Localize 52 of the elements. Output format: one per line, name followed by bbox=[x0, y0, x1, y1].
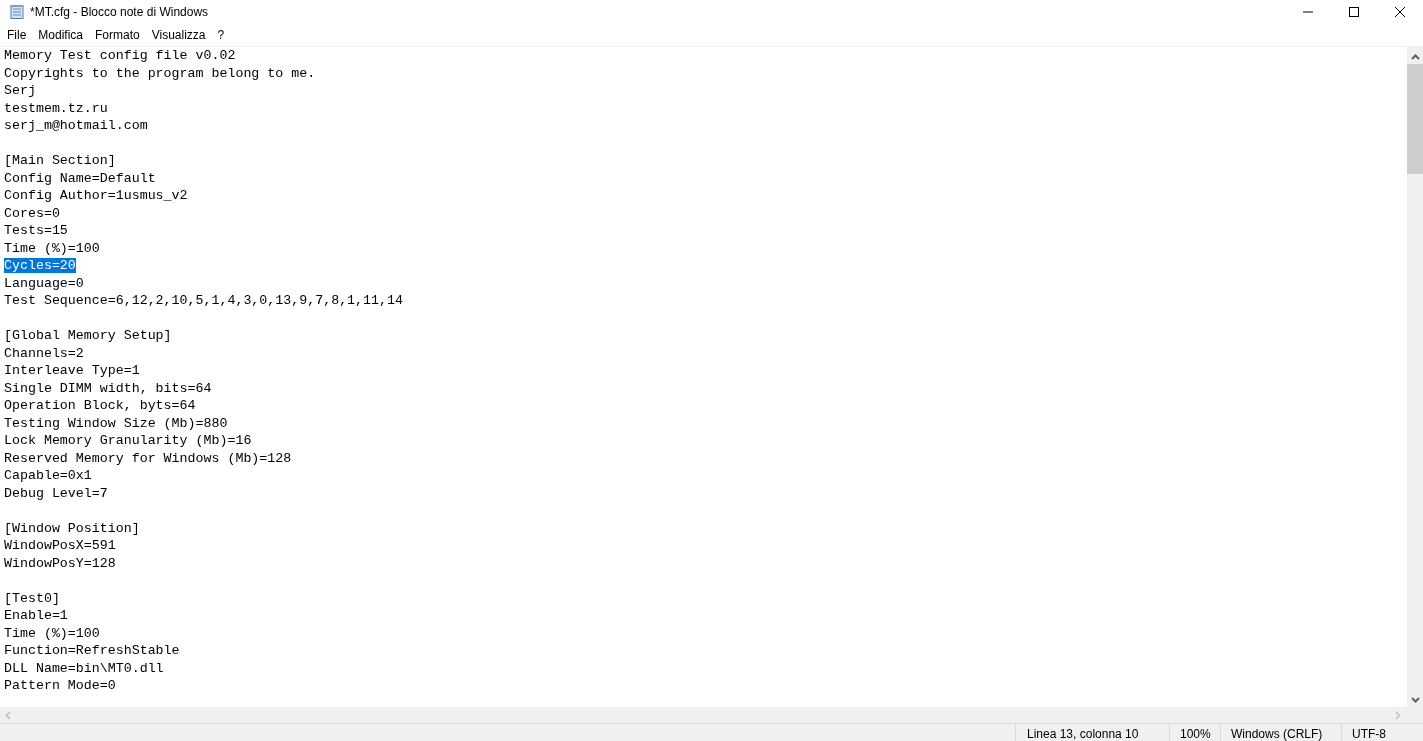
text-line: [Test0] bbox=[4, 590, 60, 606]
text-line: Channels=2 bbox=[4, 345, 84, 361]
text-line: testmem.tz.ru bbox=[4, 100, 108, 116]
text-line: Interleave Type=1 bbox=[4, 363, 140, 378]
text-line: Lock Memory Granularity (Mb)=16 bbox=[4, 433, 252, 448]
status-field: UTF-8 bbox=[1341, 724, 1423, 741]
status-field: Linea 13, colonna 10 bbox=[1015, 724, 1169, 741]
menu-item[interactable]: Visualizza bbox=[145, 28, 212, 42]
text-line: Capable=0x1 bbox=[4, 468, 92, 483]
menu-item[interactable]: Modifica bbox=[32, 28, 90, 42]
menu-item[interactable]: Formato bbox=[89, 28, 146, 42]
text-line: serj_m@hotmail.com bbox=[4, 118, 148, 133]
text-line: WindowPosX=591 bbox=[4, 538, 116, 553]
window-title: *MT.cfg - Blocco note di Windows bbox=[30, 5, 209, 19]
text-line: Reserved Memory for Windows (Mb)=128 bbox=[4, 450, 292, 466]
horizontal-scrollbar[interactable] bbox=[0, 707, 1423, 724]
text-line: Memory Test config file v0.02 bbox=[4, 48, 236, 63]
text-line: Enable=1 bbox=[4, 608, 68, 623]
text-line: Testing Window Size (Mb)=880 bbox=[4, 415, 228, 431]
menu-item[interactable]: ? bbox=[211, 28, 231, 42]
text-line: Serj bbox=[4, 83, 36, 98]
text-line: Language=0 bbox=[4, 275, 84, 291]
scroll-right-icon[interactable] bbox=[1395, 710, 1401, 720]
text-line: [Main Section] bbox=[4, 153, 116, 168]
vertical-scrollbar[interactable] bbox=[1407, 47, 1423, 707]
text-line: Copyrights to the program belong to me. bbox=[4, 65, 316, 81]
menu-item[interactable]: File bbox=[1, 28, 33, 42]
scroll-thumb[interactable] bbox=[1407, 64, 1423, 174]
text-line: Test Sequence=6,12,2,10,5,1,4,3,0,13,9,7,8,1,11,14 bbox=[4, 293, 403, 308]
maximize-icon bbox=[1349, 7, 1359, 17]
text-line: Time (%)=100 bbox=[4, 240, 100, 256]
scroll-left-icon[interactable] bbox=[5, 710, 11, 720]
text-line: Debug Level=7 bbox=[4, 485, 108, 501]
text-line: Tests=15 bbox=[4, 223, 68, 238]
close-icon bbox=[1395, 7, 1405, 17]
text-line: Config Author=1usmus_v2 bbox=[4, 188, 188, 203]
scroll-down-icon[interactable] bbox=[1410, 697, 1420, 703]
text-line: [Window Position] bbox=[4, 520, 140, 536]
text-line: Time (%)=100 bbox=[4, 625, 100, 641]
text-line: Config Name=Default bbox=[4, 170, 156, 186]
text-line: Function=RefreshStable bbox=[4, 643, 180, 658]
text-line: [Global Memory Setup] bbox=[4, 328, 172, 343]
scroll-up-icon[interactable] bbox=[1410, 54, 1420, 60]
text-line: WindowPosY=128 bbox=[4, 555, 116, 571]
text-line: DLL Name=bin\MT0.dll bbox=[4, 660, 164, 676]
status-field: 100% bbox=[1169, 724, 1220, 741]
text-line: Operation Block, byts=64 bbox=[4, 398, 196, 413]
text-line: Cores=0 bbox=[4, 205, 60, 221]
status-field: Windows (CRLF) bbox=[1220, 724, 1341, 741]
text-line: Single DIMM width, bits=64 bbox=[4, 380, 212, 396]
text-line: Pattern Mode=0 bbox=[4, 678, 116, 693]
notepad-icon bbox=[9, 4, 25, 20]
